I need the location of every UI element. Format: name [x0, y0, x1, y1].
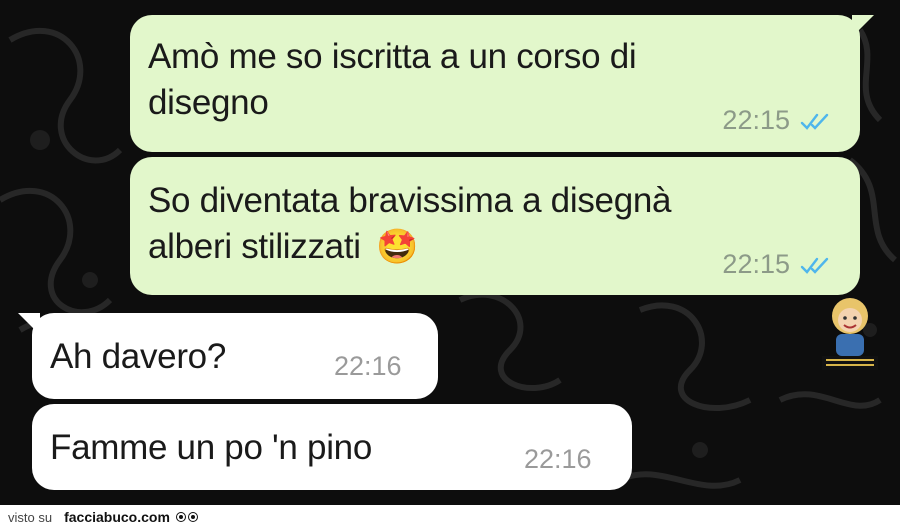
message-meta: 22:15 — [722, 249, 832, 280]
incoming-message-bubble[interactable]: Ah davero? 22:16 — [18, 313, 438, 399]
message-timestamp: 22:15 — [722, 105, 790, 135]
message-meta: 22:15 — [722, 105, 832, 136]
bubble-tail — [852, 15, 874, 37]
message-text-line: So diventata bravissima a disegnà — [148, 181, 672, 220]
eyes-logo-icon — [175, 512, 198, 522]
message-meta: 22:16 — [524, 444, 592, 475]
outgoing-message-bubble[interactable]: Amò me so iscritta a un corso di disegno… — [130, 15, 874, 152]
outgoing-message-bubble[interactable]: So diventata bravissima a disegnà alberi… — [130, 157, 860, 295]
eye-icon — [187, 512, 198, 522]
message-timestamp: 22:16 — [524, 444, 592, 474]
bubble-tail — [18, 313, 40, 335]
message-text-line: alberi stilizzati 🤩 — [148, 225, 419, 269]
message-text: alberi stilizzati — [148, 227, 361, 266]
footer-brand-link[interactable]: facciabuco.com — [64, 509, 170, 525]
double-check-read-icon — [800, 113, 829, 130]
message-text: Famme un po 'n pino — [50, 428, 372, 467]
star-struck-emoji: 🤩 — [376, 228, 419, 266]
incoming-message-bubble[interactable]: Famme un po 'n pino 22:16 — [32, 404, 632, 490]
message-timestamp: 22:15 — [722, 249, 790, 279]
footer-visto-su: visto su — [8, 509, 53, 525]
message-text-line: disegno — [148, 83, 269, 122]
sticker-image — [822, 298, 878, 370]
eye-icon — [175, 512, 186, 522]
message-text-line: Amò me so iscritta a un corso di — [148, 37, 637, 76]
message-meta: 22:16 — [334, 351, 402, 382]
message-text: Ah davero? — [50, 337, 227, 376]
message-timestamp: 22:16 — [334, 351, 402, 381]
watermark-footer: visto su facciabuco.com — [0, 505, 900, 529]
double-check-read-icon — [800, 257, 829, 274]
